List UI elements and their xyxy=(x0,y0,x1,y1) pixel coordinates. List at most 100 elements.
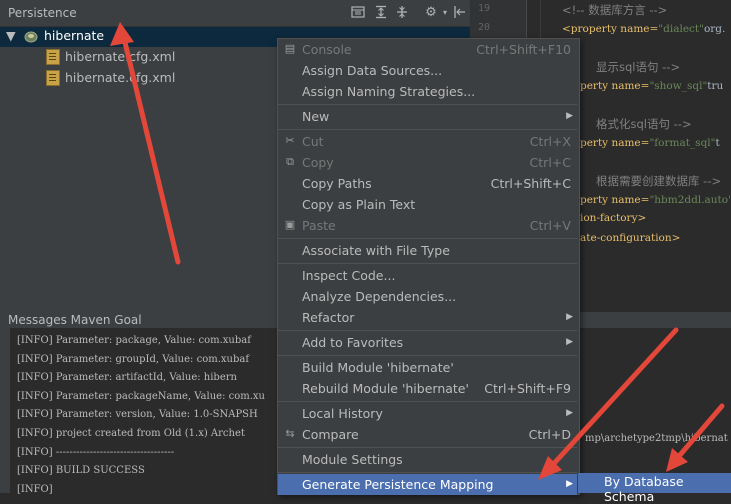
submenu-arrow-icon: ▶ xyxy=(566,337,573,347)
tree-item-cfg-2-label: hibernate.cfg.xml xyxy=(65,70,176,85)
log-line: [INFO] project created from Old (1.x) Ar… xyxy=(17,428,245,439)
code-prop-prefix: perty name= xyxy=(580,137,650,149)
menu-separator xyxy=(278,472,577,473)
log-line: [INFO] ---------------------------------… xyxy=(17,446,175,458)
menu-separator xyxy=(278,238,577,239)
menu-item-local-history[interactable]: Local History ▶ xyxy=(278,403,577,424)
messages-title: Messages Maven Goal xyxy=(8,313,142,327)
code-line: <!-- 数据库方言 --> xyxy=(562,2,667,18)
menu-item-assign-data-sources[interactable]: Assign Data Sources... xyxy=(278,60,577,81)
log-line: [INFO] Parameter: artifactId, Value: hib… xyxy=(17,372,237,384)
submenu-arrow-icon: ▶ xyxy=(566,408,573,418)
log-line: [INFO] Parameter: package, Value: com.xu… xyxy=(17,335,251,346)
code-line: ion-factory> xyxy=(580,212,646,224)
messages-toolbar xyxy=(0,328,10,493)
persistence-title: Persistence xyxy=(8,6,77,20)
tree-item-cfg-1-label: hibernate.cfg.xml xyxy=(65,49,176,64)
code-comment: 根据需要创建数据库 --> xyxy=(596,174,722,188)
code-prop-name: "format_sql" xyxy=(649,137,716,149)
log-line: [INFO] xyxy=(17,483,53,495)
log-line: [INFO] Parameter: packageName, Value: co… xyxy=(17,390,265,402)
menu-separator xyxy=(278,447,577,448)
submenu-arrow-icon: ▶ xyxy=(566,479,573,489)
code-comment: 格式化sql语句 --> xyxy=(596,117,692,131)
code-prop-name: "hbm2ddl.auto" xyxy=(649,194,731,206)
tree-item-cfg-1[interactable]: hibernate.cfg.xml xyxy=(46,47,175,67)
log-line: [INFO] Parameter: version, Value: 1.0-SN… xyxy=(17,409,258,421)
menu-item-shortcut: Ctrl+Shift+C xyxy=(490,176,571,191)
menu-item-label: Add to Favorites xyxy=(302,335,404,350)
menu-item-console[interactable]: ▤ Console Ctrl+Shift+F10 xyxy=(278,39,577,60)
code-line: ate-configuration> xyxy=(580,232,680,244)
menu-item-label: Copy as Plain Text xyxy=(302,197,416,212)
menu-item-analyze-dependencies[interactable]: Analyze Dependencies... xyxy=(278,286,577,307)
menu-item-copy[interactable]: ⧉ Copy Ctrl+C xyxy=(278,152,577,173)
menu-separator xyxy=(278,355,577,356)
diagram-icon[interactable] xyxy=(350,5,366,21)
expand-icon[interactable] xyxy=(373,5,389,21)
menu-item-label: Rebuild Module 'hibernate' xyxy=(302,381,469,396)
menu-separator xyxy=(278,129,577,130)
menu-item-associate-with-file-type[interactable]: Associate with File Type xyxy=(278,240,577,261)
console-icon: ▤ xyxy=(284,42,296,55)
code-line: <property name="dialect"org. xyxy=(562,23,725,35)
menu-item-label: Compare xyxy=(302,427,359,442)
menu-item-copy-paths[interactable]: Copy Paths Ctrl+Shift+C xyxy=(278,173,577,194)
menu-separator xyxy=(278,104,577,105)
menu-item-shortcut: Ctrl+Shift+F10 xyxy=(476,42,571,57)
menu-item-assign-naming-strategies[interactable]: Assign Naming Strategies... xyxy=(278,81,577,102)
menu-item-shortcut: Ctrl+X xyxy=(529,134,571,149)
menu-item-new[interactable]: New ▶ xyxy=(278,106,577,127)
menu-item-label: Copy xyxy=(302,155,334,170)
tree-item-cfg-2[interactable]: hibernate.cfg.xml xyxy=(46,68,175,88)
code-prop-name: "show_sql" xyxy=(649,80,708,92)
cut-icon: ✂ xyxy=(285,134,295,147)
code-line: 根据需要创建数据库 --> xyxy=(596,173,721,189)
collapse-icon[interactable] xyxy=(394,5,410,21)
xml-file-icon xyxy=(46,48,60,65)
log-tail-text: mp\archetype2tmp\hibernat xyxy=(585,433,728,444)
menu-item-compare[interactable]: ⇆ Compare Ctrl+D xyxy=(278,424,577,445)
submenu-item-label: By Database Schema xyxy=(604,474,684,504)
menu-item-label: Build Module 'hibernate' xyxy=(302,360,454,375)
tree-expand-arrow-icon[interactable]: ▼ xyxy=(6,26,16,46)
menu-item-label: Analyze Dependencies... xyxy=(302,289,457,304)
xml-file-icon xyxy=(46,69,60,86)
menu-item-label: Local History xyxy=(302,406,383,421)
code-prop-prefix: perty name= xyxy=(580,80,650,92)
submenu-arrow-icon: ▶ xyxy=(566,111,573,121)
menu-item-label: Cut xyxy=(302,134,324,149)
log-line: [INFO] Parameter: groupId, Value: com.xu… xyxy=(17,353,250,365)
submenu-arrow-icon: ▶ xyxy=(566,312,573,322)
menu-item-shortcut: Ctrl+C xyxy=(529,155,571,170)
menu-item-rebuild-module-hibernate[interactable]: Rebuild Module 'hibernate' Ctrl+Shift+F9 xyxy=(278,378,577,399)
code-closing-tag: ion-factory> xyxy=(580,212,647,224)
code-tail: t xyxy=(715,137,720,149)
menu-item-inspect-code[interactable]: Inspect Code... xyxy=(278,265,577,286)
code-closing-tag: ate-configuration> xyxy=(580,232,681,244)
code-line: 显示sql语句 --> xyxy=(596,59,680,75)
code-tail: org. xyxy=(703,23,726,35)
menu-item-label: Copy Paths xyxy=(302,176,372,191)
menu-item-add-to-favorites[interactable]: Add to Favorites ▶ xyxy=(278,332,577,353)
menu-item-refactor[interactable]: Refactor ▶ xyxy=(278,307,577,328)
code-line: 格式化sql语句 --> xyxy=(596,116,692,132)
menu-item-label: Associate with File Type xyxy=(302,243,450,258)
menu-item-cut[interactable]: ✂ Cut Ctrl+X xyxy=(278,131,577,152)
code-tail: tru xyxy=(707,80,724,92)
menu-item-build-module-hibernate[interactable]: Build Module 'hibernate' xyxy=(278,357,577,378)
menu-item-label: New xyxy=(302,109,330,124)
menu-item-module-settings[interactable]: Module Settings xyxy=(278,449,577,470)
menu-item-generate-persistence-mapping[interactable]: Generate Persistence Mapping ▶ xyxy=(278,474,577,495)
menu-item-label: Generate Persistence Mapping xyxy=(302,477,494,492)
compare-icon: ⇆ xyxy=(285,427,295,440)
menu-item-label: Refactor xyxy=(302,310,355,325)
copy-icon: ⧉ xyxy=(286,155,294,168)
menu-item-shortcut: Ctrl+D xyxy=(528,427,571,442)
paste-icon: ▣ xyxy=(284,218,296,231)
menu-item-label: Module Settings xyxy=(302,452,403,467)
line-number: 19 xyxy=(477,3,490,14)
menu-item-label: Inspect Code... xyxy=(302,268,396,283)
menu-item-copy-as-plain-text[interactable]: Copy as Plain Text xyxy=(278,194,577,215)
menu-item-paste[interactable]: ▣ Paste Ctrl+V xyxy=(278,215,577,236)
